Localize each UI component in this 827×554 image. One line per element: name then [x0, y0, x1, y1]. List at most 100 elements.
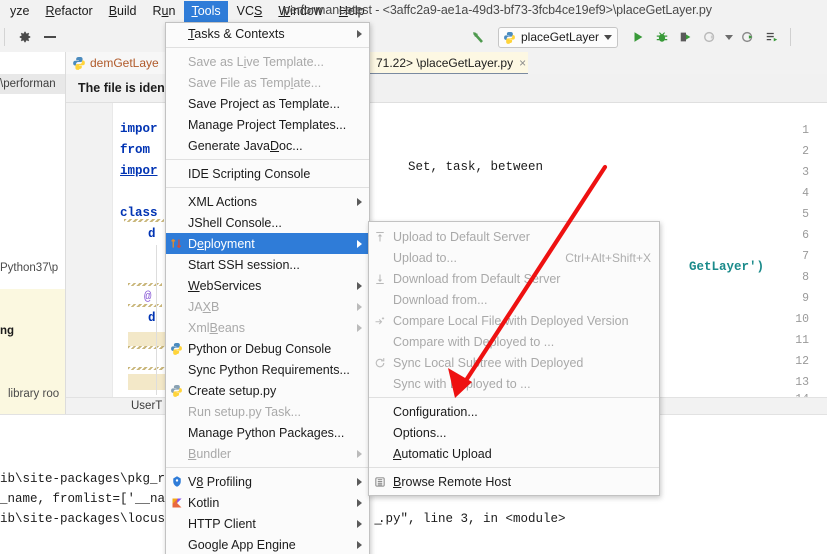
menu-run[interactable]: Run [146, 1, 183, 22]
code-line: d [148, 311, 156, 325]
run-concurrent-icon[interactable] [738, 27, 758, 47]
code-line: Set, task, between [378, 146, 543, 188]
menu-item-start-ssh-session[interactable]: Start SSH session... [166, 254, 369, 275]
menu-item-generate-javadoc[interactable]: Generate JavaDoc... [166, 135, 369, 156]
submenu-item-sync-with-deployed-to[interactable]: Sync with Deployed to ... [369, 373, 659, 394]
back-arrow-icon[interactable] [468, 27, 488, 47]
menu-tools-label: ools [197, 3, 221, 18]
submenu-item-configuration[interactable]: Configuration... [369, 401, 659, 422]
menu-build[interactable]: Build [102, 1, 144, 22]
menu-build-label: uild [117, 3, 137, 18]
breadcrumb-label: \performan [0, 78, 56, 90]
submenu-item-compare-with-deployed-to[interactable]: Compare with Deployed to ... [369, 331, 659, 352]
gear-icon[interactable] [18, 30, 32, 49]
console-line: ̲.py", line 3, in <module> [378, 512, 566, 526]
submenu-item-label: Compare with Deployed to ... [393, 334, 555, 349]
menu-item-label: Kotlin [188, 495, 220, 510]
menu-item-save-project-as-template[interactable]: Save Project as Template... [166, 93, 369, 114]
code-text: GetLayer') [689, 260, 765, 274]
breadcrumb[interactable]: \performan [0, 74, 66, 94]
menu-vcs[interactable]: VCS [230, 1, 270, 22]
close-icon[interactable]: × [519, 56, 526, 70]
menu-item-run-setup-py-task[interactable]: Run setup.py Task... [166, 401, 369, 422]
line-number: 10 [795, 313, 809, 326]
left-panel-text: ng [0, 325, 15, 337]
menu-item-save-file-as-template[interactable]: Save File as Template... [166, 72, 369, 93]
minimize-icon[interactable] [44, 36, 56, 38]
menu-separator [166, 467, 369, 468]
run-with-coverage-icon[interactable] [676, 27, 696, 47]
menu-item-label: Save as Live Template... [188, 54, 324, 69]
editor-tab-placegetlayer-label: 71.22> \placeGetLayer.py [376, 55, 514, 70]
menu-item-google-app-engine[interactable]: Google App Engine [166, 534, 369, 554]
deployment-submenu-popup[interactable]: Upload to Default Server Upload to... Ct… [368, 221, 660, 496]
menu-item-label: XmlBeans [188, 320, 245, 335]
chevron-right-icon [357, 282, 362, 290]
menu-tools[interactable]: Tools [184, 0, 228, 22]
left-panel-toolbar [0, 22, 66, 53]
submenu-item-label: Upload to... [393, 250, 457, 265]
tools-menu-popup[interactable]: Tasks & Contexts Save as Live Template..… [165, 22, 370, 554]
menu-item-python-or-debug-console[interactable]: Python or Debug Console [166, 338, 369, 359]
editor-tab-placegetlayer[interactable]: 71.22> \placeGetLayer.py × [370, 52, 528, 75]
code-line: GetLayer') [659, 246, 764, 288]
menu-item-save-as-live-template[interactable]: Save as Live Template... [166, 51, 369, 72]
submenu-item-shortcut: Ctrl+Alt+Shift+X [565, 250, 651, 265]
submenu-item-download-from-default-server[interactable]: Download from Default Server [369, 268, 659, 289]
submenu-item-label: Sync Local Subtree with Deployed [393, 355, 584, 370]
debug-icon[interactable] [652, 27, 672, 47]
menu-item-manage-project-templates[interactable]: Manage Project Templates... [166, 114, 369, 135]
menu-item-sync-python-requirements[interactable]: Sync Python Requirements... [166, 359, 369, 380]
submenu-item-label: Configuration... [393, 404, 478, 419]
profile-icon[interactable] [700, 27, 720, 47]
kotlin-icon [169, 495, 184, 510]
submenu-item-upload-to[interactable]: Upload to... Ctrl+Alt+Shift+X [369, 247, 659, 268]
menu-item-jshell-console[interactable]: JShell Console... [166, 212, 369, 233]
menu-item-bundler[interactable]: Bundler [166, 443, 369, 464]
menu-item-http-client[interactable]: HTTP Client [166, 513, 369, 534]
menu-item-manage-python-packages[interactable]: Manage Python Packages... [166, 422, 369, 443]
menu-item-deployment[interactable]: Deployment [166, 233, 369, 254]
menu-item-label: V8 Profiling [188, 474, 252, 489]
run-icon[interactable] [628, 27, 648, 47]
left-panel-text: Python37\p [0, 262, 59, 274]
menu-item-label: HTTP Client [188, 516, 256, 531]
menu-refactor[interactable]: Refactor [38, 1, 99, 22]
submenu-item-sync-local-subtree[interactable]: Sync Local Subtree with Deployed [369, 352, 659, 373]
chevron-down-icon[interactable] [604, 34, 613, 40]
run-configuration-selector[interactable]: placeGetLayer [498, 26, 619, 48]
chevron-right-icon [357, 324, 362, 332]
run-multiple-icon[interactable] [762, 27, 782, 47]
editor-tab-demgetlayer[interactable]: demGetLaye [66, 52, 174, 75]
submenu-item-browse-remote-host[interactable]: Browse Remote Host [369, 471, 659, 492]
menu-item-webservices[interactable]: WebServices [166, 275, 369, 296]
menu-item-jaxb[interactable]: JAXB [166, 296, 369, 317]
download-icon [372, 271, 387, 286]
main-toolbar: placeGetLayer [0, 22, 827, 53]
submenu-separator [369, 397, 659, 398]
menu-item-label: Tasks & Contexts [188, 26, 285, 41]
submenu-item-download-from[interactable]: Download from... [369, 289, 659, 310]
submenu-item-label: Upload to Default Server [393, 229, 530, 244]
line-number: 4 [802, 187, 809, 200]
submenu-item-compare-local-file[interactable]: Compare Local File with Deployed Version [369, 310, 659, 331]
menu-analyze[interactable]: yze [3, 1, 36, 22]
editor-status-label: UserT [131, 400, 163, 412]
submenu-item-automatic-upload[interactable]: Automatic Upload [369, 443, 659, 464]
menu-refactor-label: efactor [54, 3, 93, 18]
menu-item-label: Run setup.py Task... [188, 404, 302, 419]
submenu-item-upload-to-default-server[interactable]: Upload to Default Server [369, 226, 659, 247]
profile-dropdown-icon[interactable] [724, 27, 734, 47]
menu-bar: yze Refactor Build Run Tools VCS Window … [0, 0, 827, 23]
menu-item-kotlin[interactable]: Kotlin [166, 492, 369, 513]
menu-item-label: JAXB [188, 299, 220, 314]
code-line: from [120, 143, 151, 157]
menu-item-ide-scripting-console[interactable]: IDE Scripting Console [166, 163, 369, 184]
menu-item-create-setup-py[interactable]: Create setup.py [166, 380, 369, 401]
menu-item-v8-profiling[interactable]: V8 Profiling [166, 471, 369, 492]
submenu-item-options[interactable]: Options... [369, 422, 659, 443]
submenu-item-label: Automatic Upload [393, 446, 492, 461]
menu-item-tasks-contexts[interactable]: Tasks & Contexts [166, 23, 369, 44]
menu-item-xml-actions[interactable]: XML Actions [166, 191, 369, 212]
menu-item-xmlbeans[interactable]: XmlBeans [166, 317, 369, 338]
